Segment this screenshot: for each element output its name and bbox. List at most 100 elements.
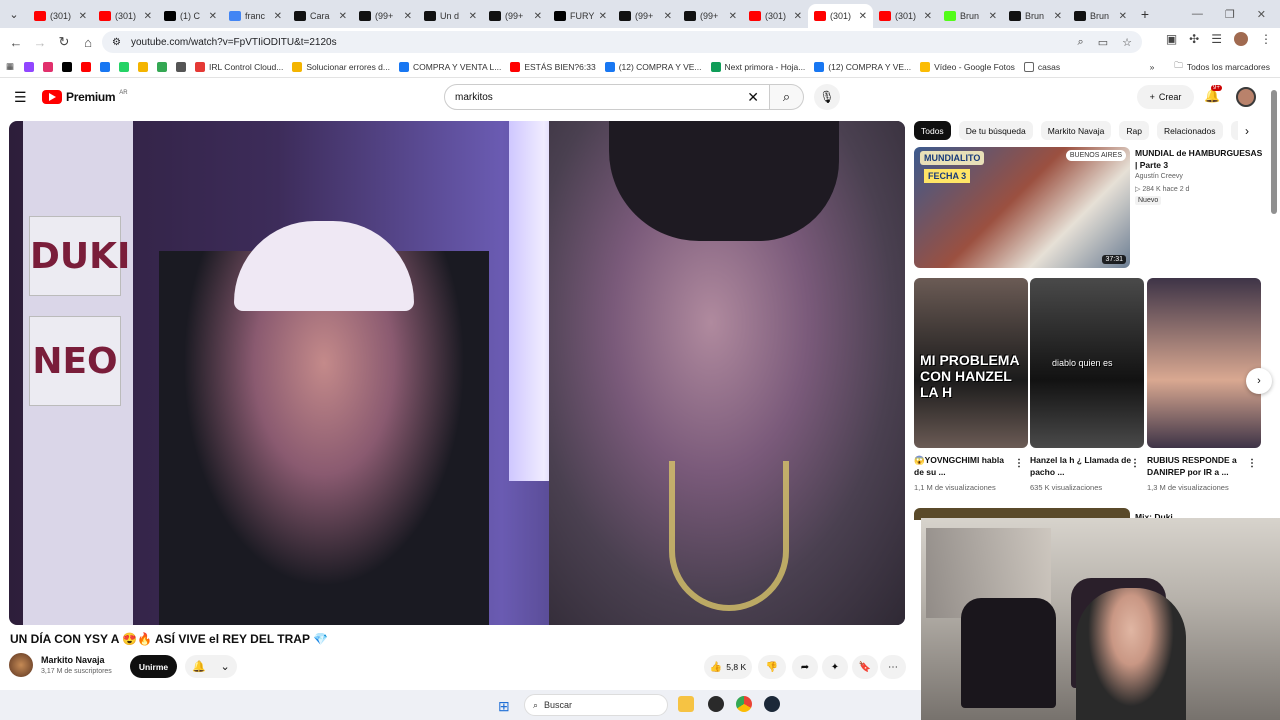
tab-close-icon[interactable]: ✕: [599, 11, 607, 22]
home-icon[interactable]: ⌂: [76, 35, 100, 50]
browser-tab[interactable]: Cara ✕: [288, 4, 353, 28]
bookmark-item[interactable]: [138, 61, 149, 72]
more-bookmarks-icon[interactable]: »: [1150, 62, 1155, 72]
cast-icon[interactable]: ▭: [1098, 36, 1108, 49]
join-button[interactable]: Unirme: [130, 655, 177, 678]
all-bookmarks-folder[interactable]: 🗀 Todos los marcadores: [1174, 60, 1270, 74]
profile-avatar[interactable]: [1234, 32, 1248, 46]
bookmark-item[interactable]: IRL Control Cloud...: [195, 61, 283, 72]
voice-search-button[interactable]: 🎙: [814, 84, 840, 110]
tab-close-icon[interactable]: ✕: [274, 11, 282, 22]
forward-arrow-icon[interactable]: →: [28, 35, 52, 50]
bookmark-item[interactable]: [81, 61, 92, 72]
notifications-button[interactable]: 🔔 9+: [1204, 85, 1222, 104]
dislike-button[interactable]: 👎: [758, 655, 786, 679]
clear-search-icon[interactable]: ✕: [747, 89, 759, 106]
short-thumbnail[interactable]: MI PROBLEMA CON HANZEL LA H: [914, 278, 1028, 448]
bookmark-item[interactable]: COMPRA Y VENTA L...: [399, 61, 501, 72]
browser-tab[interactable]: Un d ✕: [418, 4, 483, 28]
new-tab-button[interactable]: +: [1133, 6, 1157, 22]
share-button[interactable]: ➦: [792, 655, 818, 679]
tab-close-icon[interactable]: ✕: [469, 11, 477, 22]
filter-chip[interactable]: De tu búsqueda: [958, 121, 1033, 140]
zoom-icon[interactable]: ⌕: [1078, 36, 1084, 49]
bookmark-item[interactable]: Solucionar errores d...: [292, 61, 390, 72]
short-more-icon[interactable]: ⋮: [1014, 458, 1024, 469]
bookmark-item[interactable]: Vídeo - Google Fotos: [920, 61, 1015, 72]
address-bar[interactable]: ⚙ youtube.com/watch?v=FpVTIiODITU&t=2120…: [102, 31, 1142, 53]
browser-tab[interactable]: (301) ✕: [743, 4, 808, 28]
browser-tab[interactable]: FURY ✕: [548, 4, 613, 28]
filter-chip[interactable]: Todos: [914, 121, 951, 140]
extension-icon[interactable]: ▣: [1166, 32, 1177, 46]
recommendation-thumbnail[interactable]: MUNDIALITO FECHA 3 BUENOS AIRES 37:31: [914, 147, 1130, 268]
more-actions-button[interactable]: ⋯: [880, 655, 906, 679]
youtube-premium-logo[interactable]: Premium AR: [42, 90, 128, 104]
save-button[interactable]: 🔖: [852, 655, 878, 679]
ask-ai-button[interactable]: ✦: [822, 655, 848, 679]
browser-tab[interactable]: (1) C ✕: [158, 4, 223, 28]
bookmark-item[interactable]: (12) COMPRA Y VE...: [814, 61, 911, 72]
shorts-next-chevron-icon[interactable]: ›: [1246, 368, 1272, 394]
tab-close-icon[interactable]: ✕: [729, 11, 737, 22]
tab-close-icon[interactable]: ✕: [209, 11, 217, 22]
tab-close-icon[interactable]: ✕: [989, 11, 997, 22]
tab-groups-icon[interactable]: ☰: [1211, 32, 1222, 46]
browser-tab[interactable]: (99+ ✕: [678, 4, 743, 28]
filter-chip[interactable]: Markito Navaja: [1040, 121, 1112, 140]
tab-close-icon[interactable]: ✕: [859, 11, 867, 22]
bookmark-item[interactable]: [24, 61, 35, 72]
browser-tab[interactable]: (301) ✕: [28, 4, 93, 28]
create-button[interactable]: + Crear: [1137, 85, 1194, 109]
reload-icon[interactable]: ↻: [52, 34, 76, 50]
file-explorer-icon[interactable]: [678, 696, 694, 712]
account-avatar[interactable]: [1236, 87, 1256, 107]
filter-chip[interactable]: Rap: [1119, 121, 1149, 140]
page-scrollbar[interactable]: [1271, 90, 1277, 214]
bookmark-item[interactable]: ESTÁS BIEN?6:33: [510, 61, 596, 72]
short-thumbnail[interactable]: [1147, 278, 1261, 448]
hamburger-menu-icon[interactable]: ☰: [14, 89, 27, 106]
chrome-icon[interactable]: [736, 696, 752, 712]
site-info-icon[interactable]: ⚙: [112, 37, 121, 48]
browser-menu-icon[interactable]: ⋮: [1260, 32, 1272, 46]
recommendation-title[interactable]: MUNDIAL de HAMBURGUESAS | Parte 3: [1135, 147, 1263, 171]
video-player[interactable]: DUKI NEO: [9, 121, 905, 625]
app-icon[interactable]: [708, 696, 724, 712]
browser-tab[interactable]: (301) ✕: [873, 4, 938, 28]
short-thumbnail[interactable]: diablo quien es: [1030, 278, 1144, 448]
windows-start-icon[interactable]: ⊞: [498, 698, 510, 715]
tab-close-icon[interactable]: ✕: [794, 11, 802, 22]
minimize-icon[interactable]: —: [1192, 8, 1203, 20]
tab-close-icon[interactable]: ✕: [1054, 11, 1062, 22]
apps-grid-icon[interactable]: ▦: [6, 61, 14, 72]
chips-next-chevron-icon[interactable]: ›: [1238, 121, 1256, 141]
bookmark-item[interactable]: Next primora - Hoja...: [710, 61, 805, 72]
tab-close-icon[interactable]: ✕: [404, 11, 412, 22]
short-title[interactable]: Hanzel la h ¿ Llamada de pacho ...: [1030, 454, 1132, 478]
steam-icon[interactable]: [764, 696, 780, 712]
bookmark-star-icon[interactable]: ☆: [1122, 36, 1132, 49]
tab-close-icon[interactable]: ✕: [79, 11, 87, 22]
close-window-icon[interactable]: ✕: [1257, 8, 1266, 21]
tab-close-icon[interactable]: ✕: [1119, 11, 1127, 22]
search-input[interactable]: markitos ✕: [444, 84, 770, 110]
bookmark-item[interactable]: [157, 61, 168, 72]
browser-tab[interactable]: Brun ✕: [1068, 4, 1133, 28]
filter-chip[interactable]: Relacionados: [1157, 121, 1223, 140]
browser-tab[interactable]: (99+ ✕: [353, 4, 418, 28]
tab-close-icon[interactable]: ✕: [534, 11, 542, 22]
channel-avatar[interactable]: [9, 653, 33, 677]
taskbar-search[interactable]: ⌕ Buscar: [524, 694, 668, 716]
bookmark-item[interactable]: (12) COMPRA Y VE...: [604, 61, 702, 72]
bookmark-item[interactable]: [100, 61, 111, 72]
subscription-bell-button[interactable]: 🔔 ⌄: [185, 655, 237, 678]
bookmark-item[interactable]: [119, 61, 130, 72]
browser-tab[interactable]: Brun ✕: [1003, 4, 1068, 28]
browser-tab[interactable]: (301) ✕: [808, 4, 873, 28]
short-title[interactable]: RUBIUS RESPONDE a DANIREP por IR a ...: [1147, 454, 1249, 478]
bookmark-item[interactable]: [62, 61, 73, 72]
search-button[interactable]: ⌕: [770, 84, 804, 110]
browser-tab[interactable]: franc ✕: [223, 4, 288, 28]
tab-close-icon[interactable]: ✕: [144, 11, 152, 22]
